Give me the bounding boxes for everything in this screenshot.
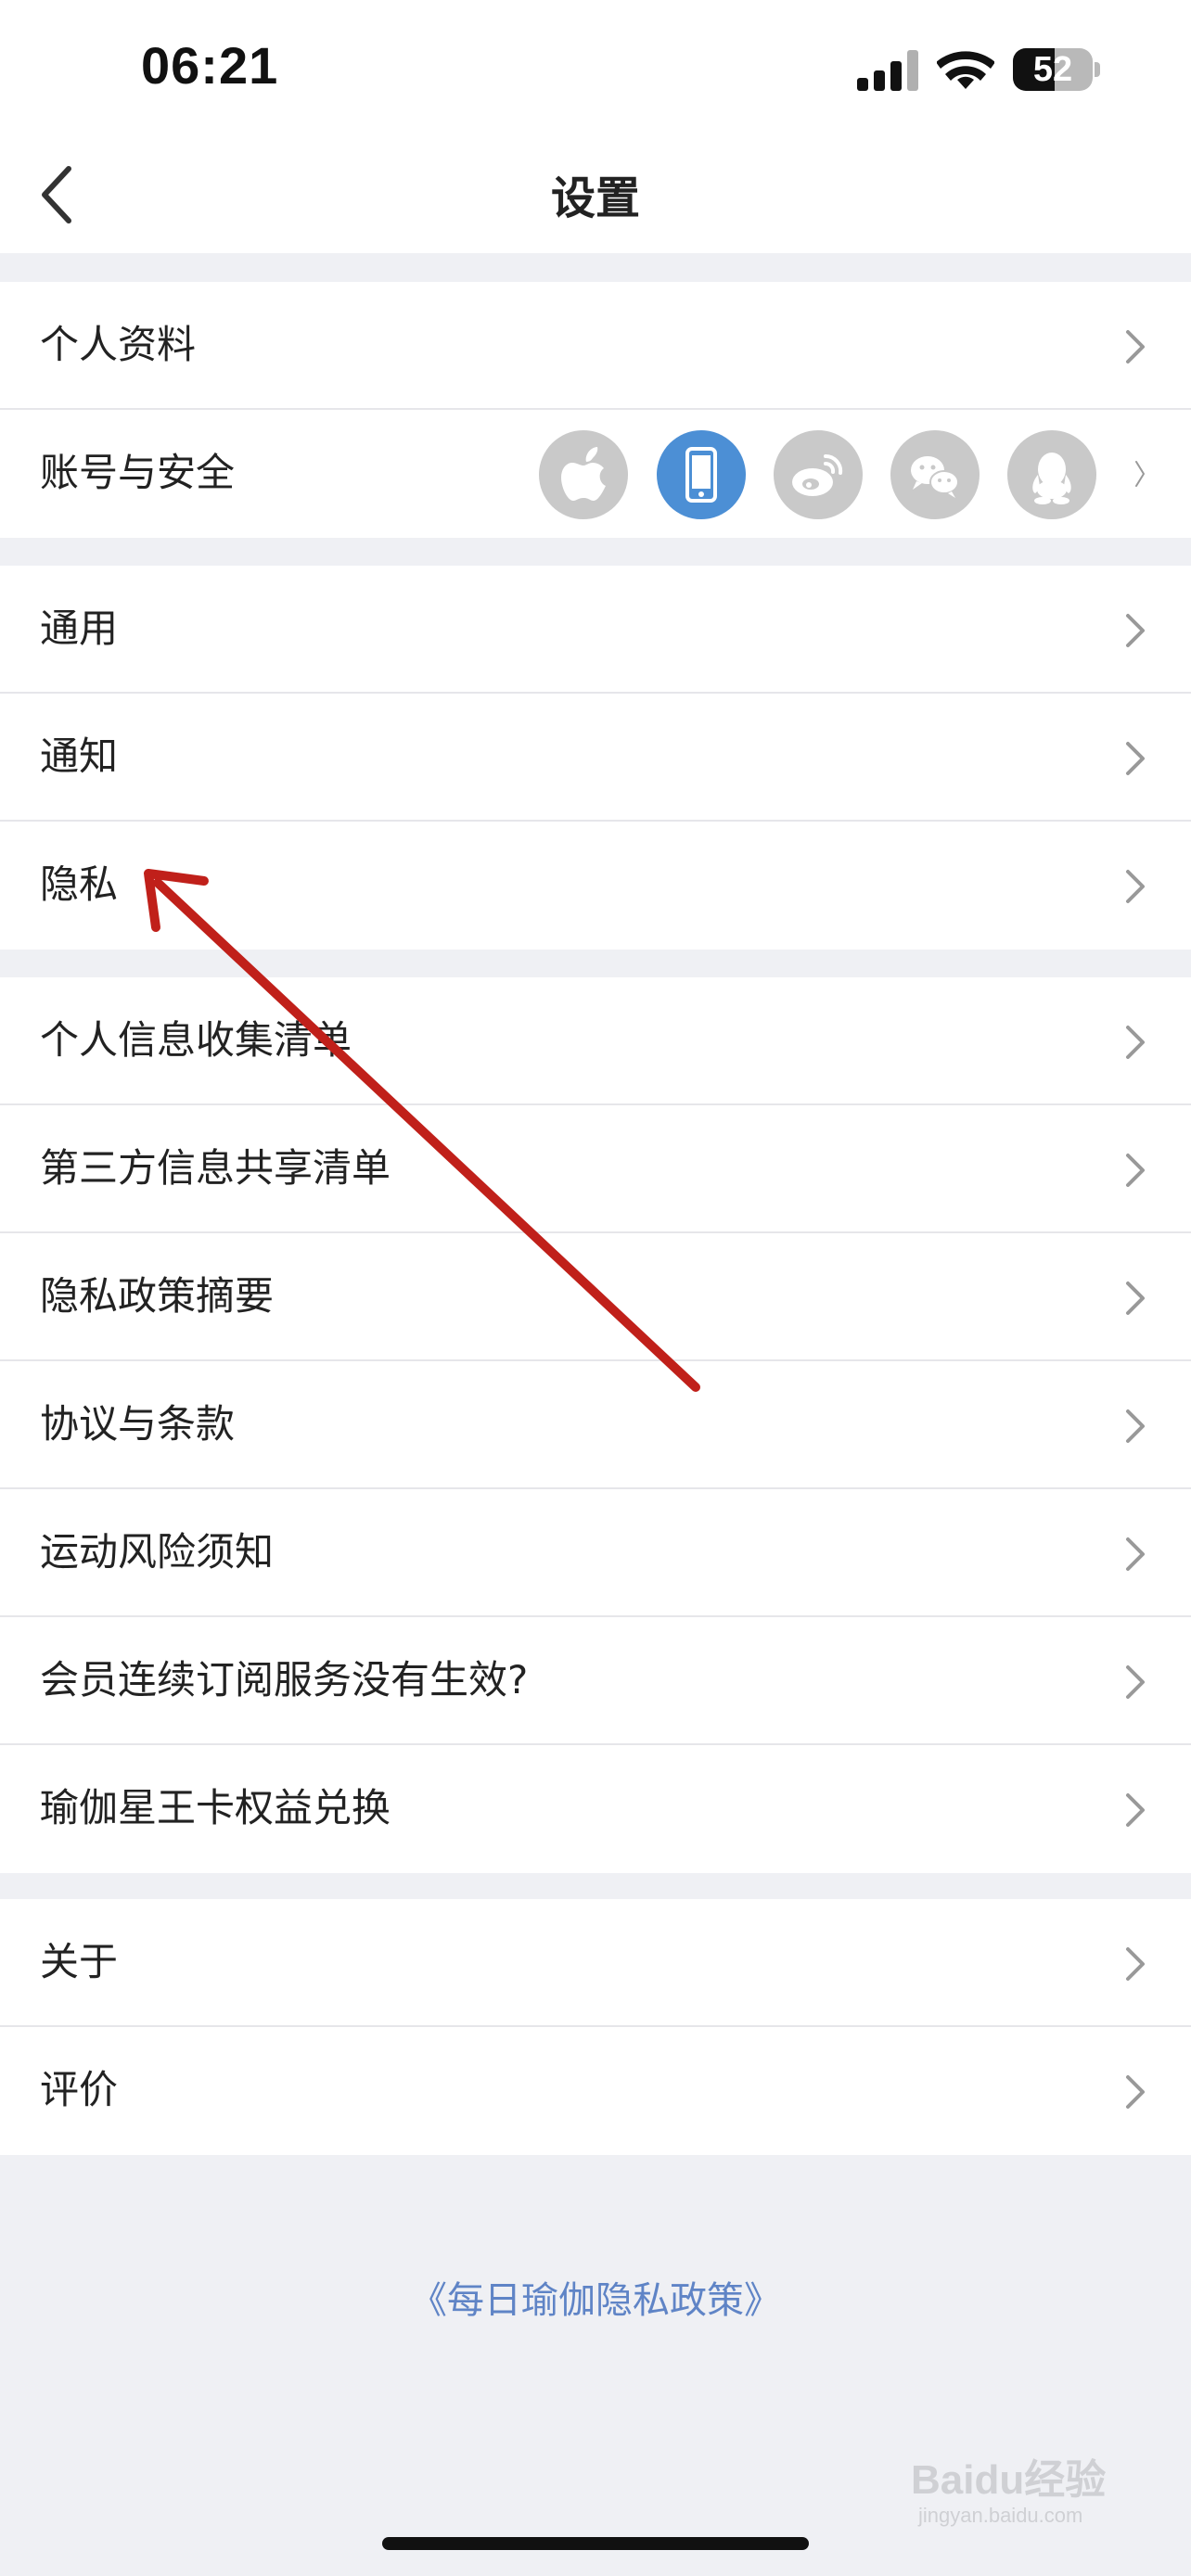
row-label: 关于	[40, 1939, 119, 1984]
settings-group-about: 关于 评价	[0, 1899, 1191, 2155]
chevron-right-icon	[1126, 614, 1145, 647]
row-label: 会员连续订阅服务没有生效?	[40, 1657, 529, 1702]
page-title: 设置	[550, 172, 640, 224]
row-label: 通知	[40, 733, 119, 779]
chevron-right-icon	[1126, 1537, 1145, 1571]
chevron-right-icon	[1126, 1409, 1145, 1443]
row-label: 隐私	[40, 861, 119, 907]
chevron-right-icon	[1126, 2075, 1145, 2109]
settings-row-privacy-summary[interactable]: 隐私政策摘要	[0, 1233, 1191, 1361]
chevron-right-icon	[1126, 1282, 1145, 1315]
row-label: 瑜伽星王卡权益兑换	[40, 1785, 391, 1830]
settings-row-privacy[interactable]: 隐私	[0, 822, 1191, 950]
settings-group-profile: 个人资料 账号与安全	[0, 282, 1191, 538]
battery-icon: 52	[1013, 48, 1093, 91]
chevron-right-icon	[1126, 330, 1145, 363]
settings-row-rate[interactable]: 评价	[0, 2027, 1191, 2155]
settings-row-subscription-issue[interactable]: 会员连续订阅服务没有生效?	[0, 1617, 1191, 1745]
apple-icon	[539, 430, 628, 519]
home-indicator	[382, 2537, 809, 2550]
chevron-right-icon	[1126, 1947, 1145, 1981]
battery-level: 52	[1032, 50, 1073, 89]
status-time: 06:21	[141, 36, 279, 95]
settings-row-personal-info-list[interactable]: 个人信息收集清单	[0, 977, 1191, 1105]
nav-bar: 设置	[0, 139, 1191, 253]
watermark-logo: Baidu经验	[911, 2457, 1107, 2503]
row-label: 个人信息收集清单	[40, 1017, 352, 1063]
chevron-right-icon	[1135, 461, 1145, 487]
chevron-right-icon	[1126, 1154, 1145, 1187]
settings-row-terms[interactable]: 协议与条款	[0, 1361, 1191, 1489]
watermark-url: jingyan.baidu.com	[918, 2504, 1083, 2527]
wifi-icon	[937, 51, 994, 89]
settings-row-third-party-sharing[interactable]: 第三方信息共享清单	[0, 1105, 1191, 1233]
privacy-policy-link[interactable]: 《每日瑜伽隐私政策》	[0, 2270, 1191, 2324]
settings-row-card-redeem[interactable]: 瑜伽星王卡权益兑换	[0, 1745, 1191, 1873]
chevron-right-icon	[1126, 1665, 1145, 1699]
settings-group-policies: 个人信息收集清单 第三方信息共享清单 隐私政策摘要 协议与条款 运动风险须知 会…	[0, 977, 1191, 1873]
chevron-right-icon	[1126, 1026, 1145, 1059]
settings-row-exercise-risk[interactable]: 运动风险须知	[0, 1489, 1191, 1617]
settings-row-about[interactable]: 关于	[0, 1899, 1191, 2027]
settings-row-profile[interactable]: 个人资料	[0, 282, 1191, 410]
row-label: 协议与条款	[40, 1401, 236, 1447]
phone-icon	[657, 430, 746, 519]
row-label: 个人资料	[40, 322, 197, 367]
status-bar: 06:21 52	[0, 0, 1191, 139]
qq-icon	[1007, 430, 1096, 519]
signal-icon	[857, 48, 918, 91]
row-label: 账号与安全	[40, 450, 236, 495]
settings-row-account-security[interactable]: 账号与安全	[0, 410, 1191, 538]
wechat-icon	[890, 430, 980, 519]
settings-row-notifications[interactable]: 通知	[0, 694, 1191, 822]
chevron-right-icon	[1126, 742, 1145, 775]
row-label: 第三方信息共享清单	[40, 1145, 391, 1191]
row-label: 隐私政策摘要	[40, 1273, 275, 1319]
battery-tip	[1095, 62, 1100, 77]
chevron-right-icon	[1126, 1793, 1145, 1827]
row-label: 通用	[40, 606, 119, 651]
row-label: 评价	[40, 2067, 119, 2112]
settings-row-general[interactable]: 通用	[0, 566, 1191, 694]
chevron-right-icon	[1126, 870, 1145, 903]
weibo-icon	[774, 430, 863, 519]
row-label: 运动风险须知	[40, 1529, 275, 1575]
settings-group-general: 通用 通知 隐私	[0, 566, 1191, 950]
